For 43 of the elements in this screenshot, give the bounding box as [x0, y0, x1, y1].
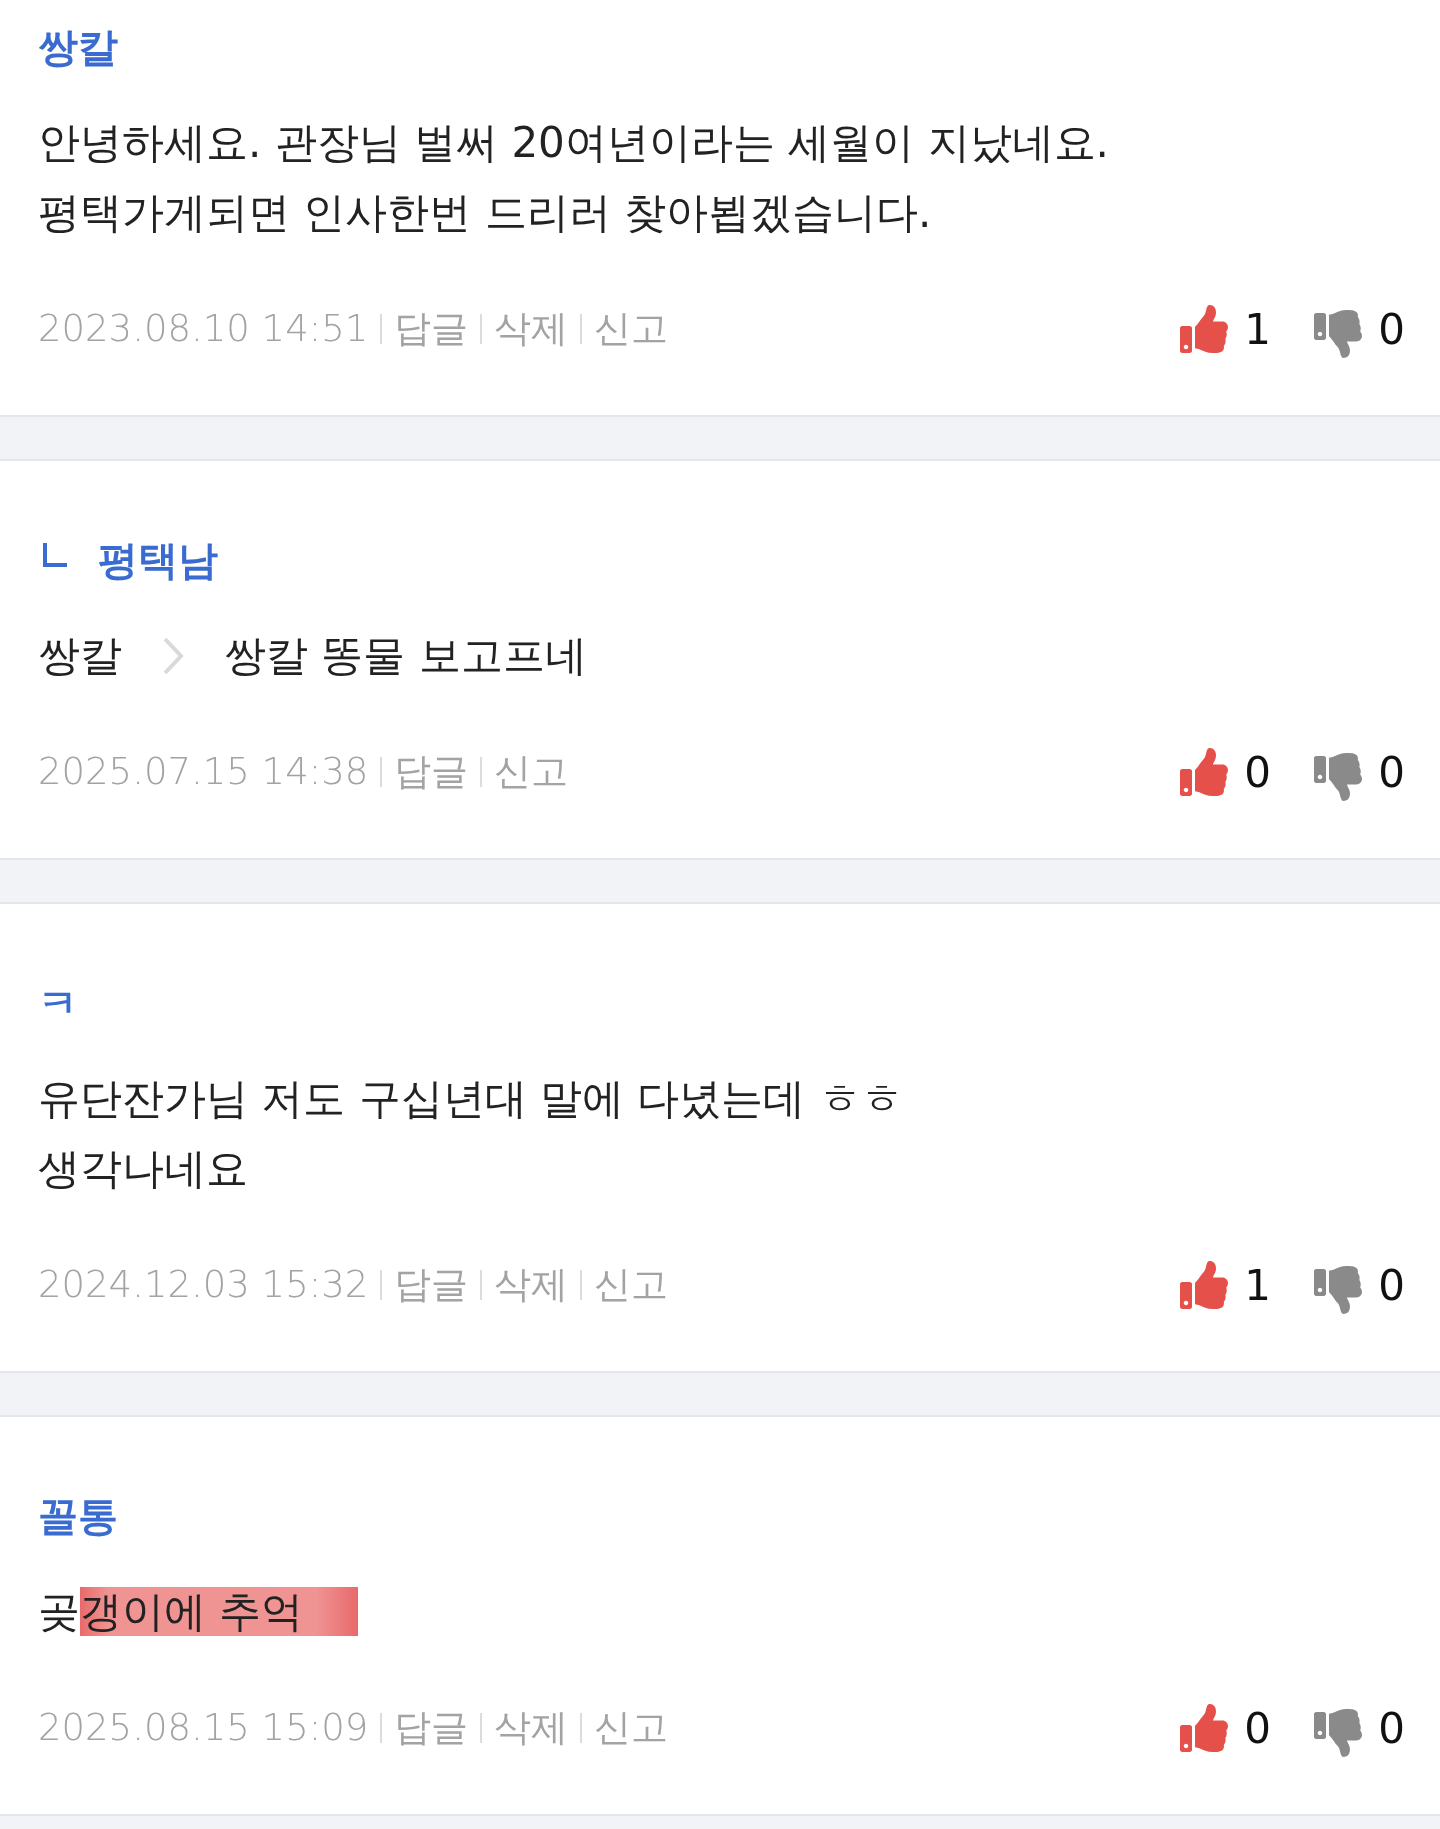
comment-date: 2023.08.10 14:51	[38, 306, 369, 353]
thumbs-up-icon[interactable]	[1180, 748, 1229, 796]
chevron-right-icon	[162, 636, 184, 676]
comment-action-link[interactable]: 삭제	[494, 1257, 569, 1313]
comment-action-link[interactable]: 신고	[594, 301, 669, 357]
comment-date: 2025.08.15 15:09	[38, 1705, 369, 1752]
like-count: 1	[1244, 303, 1272, 356]
dislike-count: 0	[1378, 1259, 1405, 1312]
like-count: 1	[1244, 1259, 1272, 1312]
comment-action-link[interactable]: 답글	[394, 1700, 469, 1756]
comment-author[interactable]: 쌍칼	[38, 20, 118, 74]
dislike-count: 0	[1378, 303, 1405, 356]
thumbs-down-icon[interactable]	[1314, 310, 1363, 358]
thumbs-down-icon[interactable]	[1314, 753, 1363, 801]
reply-indicator-icon	[42, 542, 68, 568]
comment-action-link[interactable]: 답글	[394, 744, 469, 800]
comment-text: 유단잔가님 저도 구십년대 말에 다녔는데 ㅎㅎ	[38, 1073, 903, 1125]
comment-text: 평택가게되면 인사한번 드리러 찾아뵙겠습니다.	[38, 187, 932, 239]
like-count: 0	[1244, 746, 1272, 799]
comment-text: 생각나네요	[38, 1143, 248, 1195]
thumbs-up-icon[interactable]	[1180, 1261, 1229, 1309]
comment-action-link[interactable]: 답글	[394, 1257, 469, 1313]
like-count: 0	[1244, 1702, 1272, 1755]
thumbs-up-icon[interactable]	[1180, 1704, 1229, 1752]
mention-name: 쌍칼	[38, 630, 122, 682]
comment-action-link[interactable]: 삭제	[494, 301, 569, 357]
comment-date: 2024.12.03 15:32	[38, 1262, 369, 1309]
comment-action-link[interactable]: 신고	[594, 1257, 669, 1313]
comment-text: 안녕하세요. 관장님 벌써 20여년이라는 세월이 지났네요.	[38, 117, 1109, 169]
comment-author[interactable]: 평택남	[98, 533, 218, 587]
thumbs-down-icon[interactable]	[1314, 1266, 1363, 1314]
comment-text: 쌍칼 똥물 보고프네	[224, 630, 587, 682]
comment-action-link[interactable]: 답글	[394, 301, 469, 357]
thumbs-up-icon[interactable]	[1180, 305, 1229, 353]
dislike-count: 0	[1378, 746, 1405, 799]
comment-date: 2025.07.15 14:38	[38, 749, 369, 796]
comment-action-link[interactable]: 신고	[594, 1700, 669, 1756]
comment-action-link[interactable]: 삭제	[494, 1700, 569, 1756]
comment-author[interactable]: 꼴통	[38, 1489, 118, 1543]
comment-author[interactable]: ㅋ	[38, 976, 78, 1030]
thumbs-down-icon[interactable]	[1314, 1709, 1363, 1757]
comment-action-link[interactable]: 신고	[494, 744, 569, 800]
dislike-count: 0	[1378, 1702, 1405, 1755]
